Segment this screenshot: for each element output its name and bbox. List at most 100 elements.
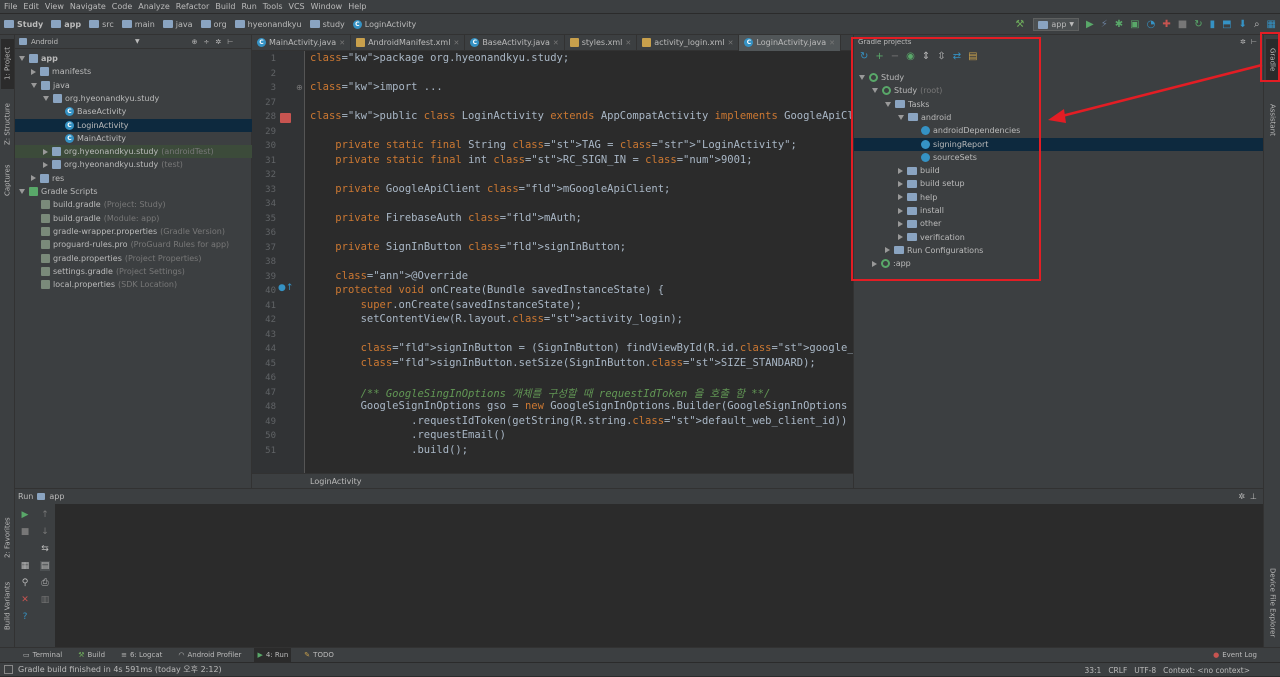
scroll-end-icon[interactable]: ▤ bbox=[40, 561, 50, 571]
project-tree-item[interactable]: proguard-rules.pro (ProGuard Rules for ap… bbox=[15, 238, 252, 251]
clear-icon[interactable]: ▥ bbox=[40, 595, 50, 605]
sync-icon[interactable]: ↻ bbox=[1194, 19, 1202, 30]
dropdown-icon[interactable]: ▼ bbox=[135, 38, 140, 45]
hammer-icon[interactable]: ⚒ bbox=[1015, 19, 1026, 30]
close-icon[interactable]: ✕ bbox=[339, 39, 345, 47]
code-editor[interactable]: class="kw">package org.hyeonandkyu.study… bbox=[305, 51, 853, 473]
bug-icon[interactable]: ✱ bbox=[1115, 19, 1123, 30]
collapsed-arrow-icon[interactable] bbox=[31, 68, 36, 75]
tab-structure[interactable]: Z: Structure bbox=[1, 97, 14, 152]
project-tree-item[interactable]: settings.gradle (Project Settings) bbox=[15, 265, 252, 278]
tab-favorites[interactable]: 2: Favorites bbox=[1, 510, 14, 565]
hide-icon[interactable]: ⊢ bbox=[227, 38, 233, 46]
rerun-icon[interactable]: ▶ bbox=[20, 510, 30, 520]
user-icon[interactable]: ▦ bbox=[1267, 19, 1276, 30]
menu-item-file[interactable]: File bbox=[4, 2, 17, 11]
menu-item-view[interactable]: View bbox=[45, 2, 64, 11]
project-tree-item[interactable]: org.hyeonandkyu.study bbox=[15, 92, 252, 105]
breadcrumb-loginactivity[interactable]: C LoginActivity bbox=[352, 19, 416, 29]
tab-event-log[interactable]: ● Event Log bbox=[1210, 648, 1260, 663]
panel-toggle-icon[interactable] bbox=[4, 665, 13, 674]
breadcrumb-java[interactable]: java bbox=[162, 20, 193, 29]
tab-assistant[interactable]: Assistant bbox=[1266, 95, 1279, 145]
download-icon[interactable]: ⬇ bbox=[1239, 19, 1247, 30]
hide-icon[interactable]: ⊢ bbox=[1251, 38, 1257, 46]
breadcrumb-org[interactable]: org bbox=[200, 20, 227, 29]
project-tree-item[interactable]: build.gradle (Project: Study) bbox=[15, 198, 252, 211]
debug-icon[interactable]: ⚡ bbox=[1101, 19, 1108, 30]
menu-item-navigate[interactable]: Navigate bbox=[70, 2, 106, 11]
project-tree-item[interactable]: build.gradle (Module: app) bbox=[15, 212, 252, 225]
collapse-icon[interactable]: ÷ bbox=[204, 38, 210, 46]
menu-item-edit[interactable]: Edit bbox=[23, 2, 39, 11]
stop-icon[interactable]: ■ bbox=[1178, 19, 1187, 30]
context-indicator[interactable]: Context: <no context> bbox=[1163, 666, 1250, 675]
breadcrumb-study[interactable]: Study bbox=[4, 20, 43, 29]
expanded-arrow-icon[interactable] bbox=[31, 82, 37, 88]
target-icon[interactable]: ⊕ bbox=[192, 38, 198, 46]
editor-breadcrumb[interactable]: LoginActivity bbox=[252, 473, 853, 488]
project-tree-item[interactable]: manifests bbox=[15, 65, 252, 78]
project-tree-item[interactable]: gradle.properties (Project Properties) bbox=[15, 252, 252, 265]
project-tree-item[interactable]: C MainActivity bbox=[15, 132, 252, 145]
line-separator[interactable]: CRLF bbox=[1108, 666, 1127, 675]
breadcrumb-app[interactable]: app bbox=[51, 20, 81, 29]
project-view-select[interactable]: Android bbox=[31, 38, 131, 46]
menu-item-code[interactable]: Code bbox=[112, 2, 132, 11]
help-icon[interactable]: ? bbox=[20, 612, 30, 622]
close-icon[interactable]: ✕ bbox=[553, 39, 559, 47]
run-config-select[interactable]: app ▼ bbox=[1033, 18, 1080, 31]
close-icon[interactable]: ✕ bbox=[829, 39, 835, 47]
attach-icon[interactable]: ✚ bbox=[1162, 19, 1170, 30]
coverage-icon[interactable]: ▣ bbox=[1130, 19, 1139, 30]
down-icon[interactable]: ↓ bbox=[40, 527, 50, 537]
menu-item-help[interactable]: Help bbox=[348, 2, 366, 11]
sdk-icon[interactable]: ⬒ bbox=[1222, 19, 1231, 30]
close-icon[interactable]: ✕ bbox=[453, 39, 459, 47]
expanded-arrow-icon[interactable] bbox=[43, 95, 49, 101]
menu-item-refactor[interactable]: Refactor bbox=[176, 2, 210, 11]
project-tree-item[interactable]: C LoginActivity bbox=[15, 118, 252, 132]
override-marker-icon[interactable]: ●↑ bbox=[278, 283, 293, 293]
tab-loginactivity-java[interactable]: C LoginActivity.java ✕ bbox=[739, 34, 841, 51]
tab-build-variants[interactable]: Build Variants bbox=[1, 575, 14, 637]
project-tree-item[interactable]: Gradle Scripts bbox=[15, 185, 252, 198]
gear-icon[interactable]: ✲ bbox=[1238, 492, 1245, 501]
tab-styles-xml[interactable]: styles.xml ✕ bbox=[565, 34, 638, 51]
tab-activity_login-xml[interactable]: activity_login.xml ✕ bbox=[637, 34, 740, 51]
tab-project[interactable]: 1: Project bbox=[1, 39, 14, 89]
menu-item-vcs[interactable]: VCS bbox=[289, 2, 305, 11]
collapsed-arrow-icon[interactable] bbox=[43, 161, 48, 168]
pin-icon[interactable]: ⚲ bbox=[20, 578, 30, 588]
collapsed-arrow-icon[interactable] bbox=[43, 148, 48, 155]
tab-baseactivity-java[interactable]: C BaseActivity.java ✕ bbox=[465, 34, 565, 51]
tab-mainactivity-java[interactable]: C MainActivity.java ✕ bbox=[252, 34, 352, 51]
project-tree-item[interactable]: org.hyeonandkyu.study (androidTest) bbox=[15, 145, 252, 159]
close-icon[interactable]: ✕ bbox=[625, 39, 631, 47]
up-icon[interactable]: ↑ bbox=[40, 510, 50, 520]
expanded-arrow-icon[interactable] bbox=[19, 189, 25, 194]
breadcrumb-src[interactable]: src bbox=[89, 20, 114, 29]
menu-item-build[interactable]: Build bbox=[215, 2, 235, 11]
menu-item-run[interactable]: Run bbox=[241, 2, 256, 11]
restore-layout-icon[interactable]: ▦ bbox=[20, 561, 30, 571]
soft-wrap-icon[interactable]: ⇆ bbox=[40, 544, 50, 554]
fold-marker-icon[interactable]: ⊕ bbox=[296, 83, 303, 92]
caret-position[interactable]: 33:1 bbox=[1084, 666, 1101, 675]
gear-icon[interactable]: ✲ bbox=[1240, 38, 1246, 46]
project-tree-item[interactable]: local.properties (SDK Location) bbox=[15, 278, 252, 291]
close-icon[interactable]: ✕ bbox=[20, 595, 30, 605]
avd-icon[interactable]: ▮ bbox=[1210, 19, 1216, 30]
tab-build[interactable]: ⚒ Build bbox=[75, 648, 108, 663]
menu-item-tools[interactable]: Tools bbox=[263, 2, 283, 11]
breadcrumb-main[interactable]: main bbox=[121, 20, 155, 29]
tab-device-file-explorer[interactable]: Device File Explorer bbox=[1266, 560, 1279, 645]
menu-item-analyze[interactable]: Analyze bbox=[138, 2, 170, 11]
tab-captures[interactable]: Captures bbox=[1, 160, 14, 200]
project-tree-item[interactable]: res bbox=[15, 172, 252, 185]
project-tree-item[interactable]: gradle-wrapper.properties (Gradle Version… bbox=[15, 225, 252, 238]
project-tree-item[interactable]: org.hyeonandkyu.study (test) bbox=[15, 158, 252, 171]
hide-icon[interactable]: ⊥ bbox=[1250, 492, 1257, 501]
menu-item-window[interactable]: Window bbox=[311, 2, 343, 11]
tab-run[interactable]: ▶ 4: Run bbox=[254, 647, 292, 663]
